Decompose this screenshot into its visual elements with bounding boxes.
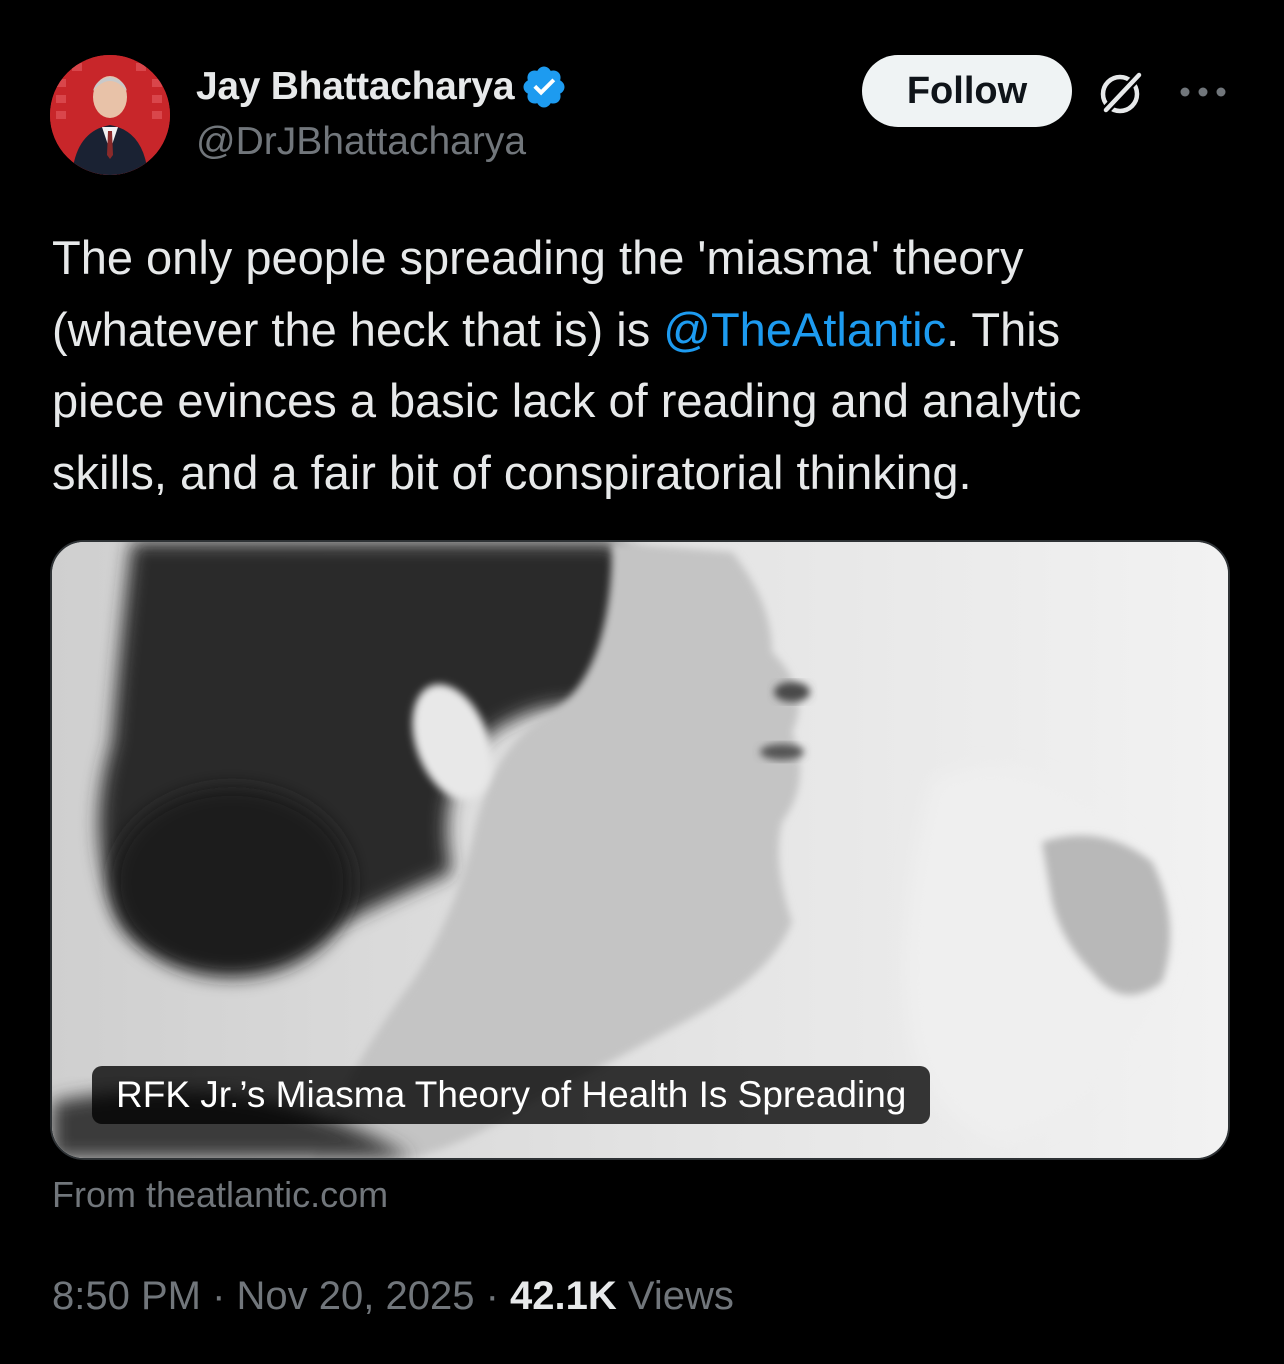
tweet-meta: 8:50 PM · Nov 20, 2025 · 42.1K Views — [52, 1274, 734, 1319]
views-count[interactable]: 42.1K — [510, 1274, 617, 1318]
author-handle[interactable]: @DrJBhattacharya — [196, 120, 526, 164]
author-display-name[interactable]: Jay Bhattacharya — [196, 65, 515, 109]
tweet-time[interactable]: 8:50 PM — [52, 1274, 201, 1318]
follow-button[interactable]: Follow — [862, 55, 1072, 127]
mention-link[interactable]: @TheAtlantic — [663, 303, 946, 356]
meta-separator: · — [200, 1274, 237, 1318]
link-card-title: RFK Jr.’s Miasma Theory of Health Is Spr… — [92, 1066, 931, 1124]
tweet-date[interactable]: Nov 20, 2025 — [237, 1274, 475, 1318]
views-label: Views — [616, 1274, 734, 1318]
verified-badge-icon[interactable] — [520, 63, 568, 111]
meta-separator: · — [474, 1274, 511, 1318]
more-options-icon[interactable] — [1178, 80, 1228, 104]
link-card[interactable]: RFK Jr.’s Miasma Theory of Health Is Spr… — [50, 540, 1230, 1160]
grok-icon[interactable] — [1094, 66, 1148, 120]
tweet-text: The only people spreading the 'miasma' t… — [52, 222, 1242, 508]
link-card-source[interactable]: From theatlantic.com — [52, 1174, 388, 1216]
author-name-row: Jay Bhattacharya — [196, 62, 568, 112]
avatar[interactable] — [50, 55, 170, 175]
